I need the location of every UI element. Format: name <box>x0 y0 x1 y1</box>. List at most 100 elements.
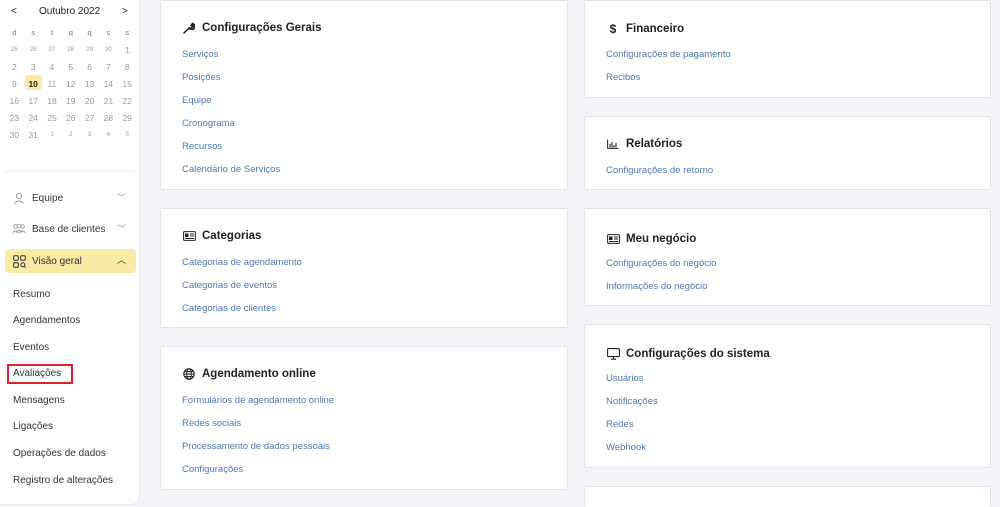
link-event-categories[interactable]: Categorias de eventos <box>182 280 277 291</box>
sidebar-subitem-operacoes-dados[interactable]: Operações de dados <box>13 448 106 459</box>
weekday-label: d <box>12 28 17 37</box>
sidebar-item-team[interactable]: Equipe ﹀ <box>5 186 136 210</box>
link-resources[interactable]: Recursos <box>182 141 222 152</box>
sidebar: < Outubro 2022 > d s t q q s s 25 26 27 … <box>0 0 140 505</box>
calendar-day[interactable]: 1 <box>118 45 137 55</box>
sidebar-subitem-mensagens[interactable]: Mensagens <box>13 395 65 406</box>
calendar-day[interactable]: 5 <box>61 62 80 72</box>
card-title-text: Agendamento online <box>202 368 316 380</box>
sidebar-item-overview[interactable]: Visão geral ︿ <box>5 249 136 273</box>
card-title-text: Categorias <box>202 230 262 242</box>
sidebar-subitem-registro-alteracoes[interactable]: Registro de alterações <box>13 475 113 486</box>
link-settings[interactable]: Configurações <box>182 464 243 475</box>
calendar-week: 23 24 25 26 27 28 29 <box>5 109 137 126</box>
calendar-grid: d s t q q s s 25 26 27 28 29 30 1 2 3 4 … <box>5 24 137 143</box>
calendar-day[interactable]: 4 <box>43 62 62 72</box>
link-client-categories[interactable]: Categorias de clientes <box>182 303 276 314</box>
link-team[interactable]: Equipe <box>182 95 212 106</box>
sidebar-divider <box>5 171 135 172</box>
calendar-day[interactable]: 9 <box>5 79 24 89</box>
link-webhook[interactable]: Webhook <box>606 442 646 453</box>
card-title-text: Configurações Gerais <box>202 22 322 34</box>
calendar-day[interactable]: 28 <box>99 113 118 123</box>
link-schedule[interactable]: Cronograma <box>182 118 235 129</box>
card-partial <box>584 486 991 507</box>
calendar-day[interactable]: 4 <box>99 132 118 138</box>
calendar-day[interactable]: 14 <box>99 79 118 89</box>
link-personal-data-processing[interactable]: Processamento de dados pessoais <box>182 441 330 452</box>
calendar-day[interactable]: 30 <box>99 47 118 53</box>
calendar-week: 16 17 18 19 20 21 22 <box>5 92 137 109</box>
calendar-day[interactable]: 12 <box>61 79 80 89</box>
calendar-day[interactable]: 20 <box>80 96 99 106</box>
calendar-day[interactable]: 26 <box>61 113 80 123</box>
sidebar-subitem-eventos[interactable]: Eventos <box>13 342 49 353</box>
id-card-icon <box>606 234 620 244</box>
calendar-day[interactable]: 22 <box>118 96 137 106</box>
calendar-day[interactable]: 8 <box>118 62 137 72</box>
link-return-settings[interactable]: Configurações de retorno <box>606 165 713 176</box>
calendar-day[interactable]: 27 <box>80 113 99 123</box>
calendar-day-selected[interactable]: 10 <box>24 74 43 90</box>
calendar-day[interactable]: 16 <box>5 96 24 106</box>
link-social-networks[interactable]: Redes sociais <box>182 418 241 429</box>
calendar-day[interactable]: 26 <box>24 47 43 53</box>
chevron-up-icon: ︿ <box>116 255 126 265</box>
calendar-day[interactable]: 17 <box>24 96 43 106</box>
calendar-day[interactable]: 2 <box>61 132 80 138</box>
card-my-business: Meu negócio Configurações do negócio Inf… <box>584 208 991 306</box>
sidebar-item-label: Equipe <box>32 192 64 204</box>
calendar-day[interactable]: 3 <box>24 62 43 72</box>
link-positions[interactable]: Posições <box>182 72 221 83</box>
calendar-day[interactable]: 27 <box>43 47 62 53</box>
card-title: Meu negócio <box>606 233 696 245</box>
calendar-day[interactable]: 3 <box>80 132 99 138</box>
calendar-day[interactable]: 15 <box>118 79 137 89</box>
dollar-icon: $ <box>609 22 617 36</box>
calendar-day[interactable]: 21 <box>99 96 118 106</box>
calendar-next-button[interactable]: > <box>122 6 128 17</box>
sidebar-subitem-ligacoes[interactable]: Ligações <box>13 421 53 432</box>
calendar-weekdays: d s t q q s s <box>5 24 137 41</box>
chevron-down-icon: ﹀ <box>116 193 126 203</box>
link-receipts[interactable]: Recibos <box>606 72 640 83</box>
calendar-prev-button[interactable]: < <box>11 6 17 17</box>
calendar-day[interactable]: 24 <box>24 113 43 123</box>
calendar-day[interactable]: 11 <box>43 79 62 89</box>
calendar-month-title: Outubro 2022 <box>39 6 101 17</box>
calendar-day[interactable]: 29 <box>118 113 137 123</box>
calendar-day[interactable]: 25 <box>43 113 62 123</box>
calendar-day[interactable]: 5 <box>118 132 137 138</box>
card-title: Agendamento online <box>182 368 316 380</box>
link-online-booking-forms[interactable]: Formulários de agendamento online <box>182 395 334 406</box>
calendar-week: 2 3 4 5 6 7 8 <box>5 58 137 75</box>
calendar-day[interactable]: 25 <box>5 47 24 53</box>
link-business-info[interactable]: Informações do negócio <box>606 281 707 292</box>
link-services[interactable]: Serviços <box>182 49 218 60</box>
link-networks[interactable]: Redes <box>606 419 633 430</box>
calendar-day[interactable]: 13 <box>80 79 99 89</box>
calendar-day[interactable]: 18 <box>43 96 62 106</box>
sidebar-subitem-resumo[interactable]: Resumo <box>13 289 50 300</box>
calendar-day[interactable]: 30 <box>5 130 24 140</box>
link-appointment-categories[interactable]: Categorias de agendamento <box>182 257 302 268</box>
link-service-calendar[interactable]: Calendário de Serviços <box>182 164 280 175</box>
card-title: Configurações Gerais <box>182 22 322 34</box>
calendar-day[interactable]: 29 <box>80 47 99 53</box>
link-users[interactable]: Usuários <box>606 373 644 384</box>
sidebar-subitem-agendamentos[interactable]: Agendamentos <box>13 315 80 326</box>
calendar-day[interactable]: 23 <box>5 113 24 123</box>
calendar-day[interactable]: 31 <box>24 130 43 140</box>
calendar-day[interactable]: 28 <box>61 47 80 53</box>
calendar-day[interactable]: 2 <box>5 62 24 72</box>
calendar-day[interactable]: 1 <box>43 132 62 138</box>
sidebar-item-clients[interactable]: Base de clientes ﹀ <box>5 217 136 241</box>
link-business-settings[interactable]: Configurações do negócio <box>606 258 716 269</box>
card-title: $ Financeiro <box>606 22 685 36</box>
calendar-day[interactable]: 19 <box>61 96 80 106</box>
calendar-day[interactable]: 7 <box>99 62 118 72</box>
calendar-day[interactable]: 6 <box>80 62 99 72</box>
user-icon <box>12 191 26 205</box>
link-payment-settings[interactable]: Configurações de pagamento <box>606 49 731 60</box>
link-notifications[interactable]: Notificações <box>606 396 658 407</box>
